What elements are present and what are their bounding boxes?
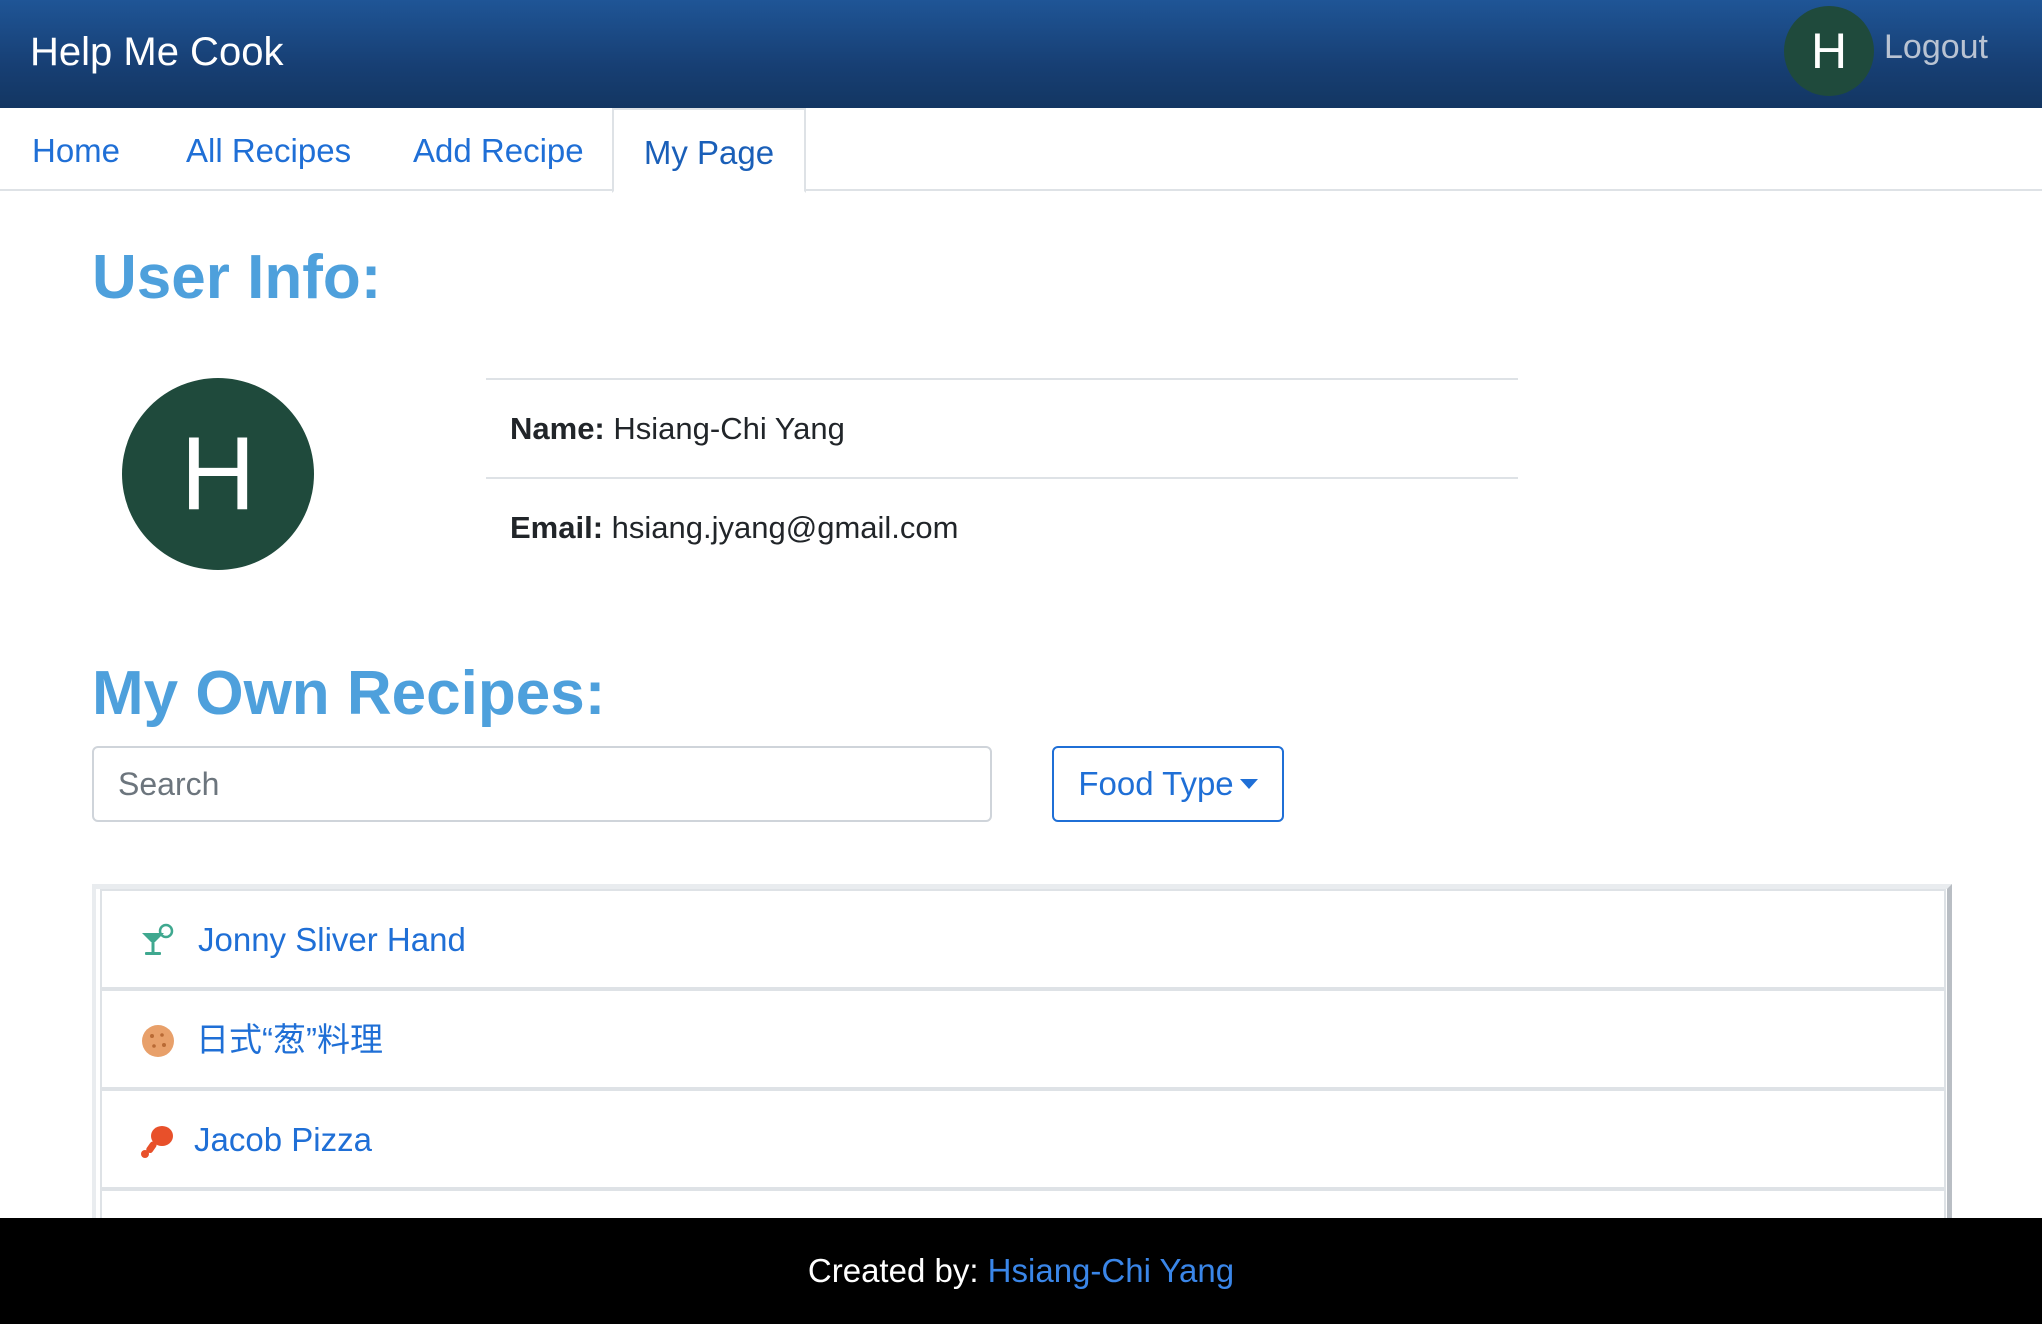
tab-all-recipes[interactable]: All Recipes [186, 108, 351, 191]
caret-down-icon [1239, 779, 1258, 790]
list-item[interactable]: Jacob Pizza [100, 1089, 1946, 1189]
my-recipes-heading: My Own Recipes: [92, 659, 606, 728]
brand-title[interactable]: Help Me Cook [30, 26, 283, 78]
food-type-dropdown[interactable]: Food Type [1052, 746, 1284, 822]
recipe-name[interactable]: Jonny Sliver Hand [198, 891, 466, 989]
email-value: hsiang.jyang@gmail.com [611, 510, 959, 545]
profile-avatar: H [122, 378, 314, 570]
email-label: Email: [510, 510, 604, 545]
food-type-label: Food Type [1078, 765, 1234, 802]
name-label: Name: [510, 411, 605, 446]
search-input[interactable] [92, 746, 992, 822]
list-item[interactable]: Jonny Sliver Hand [100, 889, 1946, 989]
list-item[interactable]: 日式“葱”料理 [100, 989, 1946, 1089]
user-avatar[interactable]: H [1784, 6, 1874, 96]
user-info-heading: User Info: [92, 243, 382, 312]
tab-home[interactable]: Home [32, 108, 120, 191]
top-navbar: Help Me Cook H Logout [0, 0, 2042, 108]
tab-my-page[interactable]: My Page [612, 108, 806, 193]
cookie-icon [142, 1025, 174, 1057]
recipe-name[interactable]: Jacob Pizza [194, 1091, 372, 1189]
cocktail-icon [142, 923, 174, 955]
tab-add-recipe[interactable]: Add Recipe [413, 108, 584, 191]
footer-prefix: Created by: [807, 1252, 979, 1289]
recipe-name[interactable]: 日式“葱”料理 [196, 991, 383, 1089]
drumstick-icon [141, 1126, 173, 1158]
footer: Created by: Hsiang-Chi Yang [0, 1218, 2042, 1324]
email-row: Email: hsiang.jyang@gmail.com [486, 477, 1518, 576]
name-row: Name: Hsiang-Chi Yang [486, 378, 1518, 477]
author-link[interactable]: Hsiang-Chi Yang [988, 1252, 1234, 1289]
nav-tabs: Home All Recipes Add Recipe My Page [0, 108, 2042, 193]
logout-link[interactable]: Logout [1884, 22, 1988, 72]
user-info-table: Name: Hsiang-Chi Yang Email: hsiang.jyan… [486, 378, 1518, 576]
recipe-list[interactable]: Jonny Sliver Hand 日式“葱”料理 Jacob Pizza [92, 884, 1952, 1224]
name-value: Hsiang-Chi Yang [613, 411, 845, 446]
